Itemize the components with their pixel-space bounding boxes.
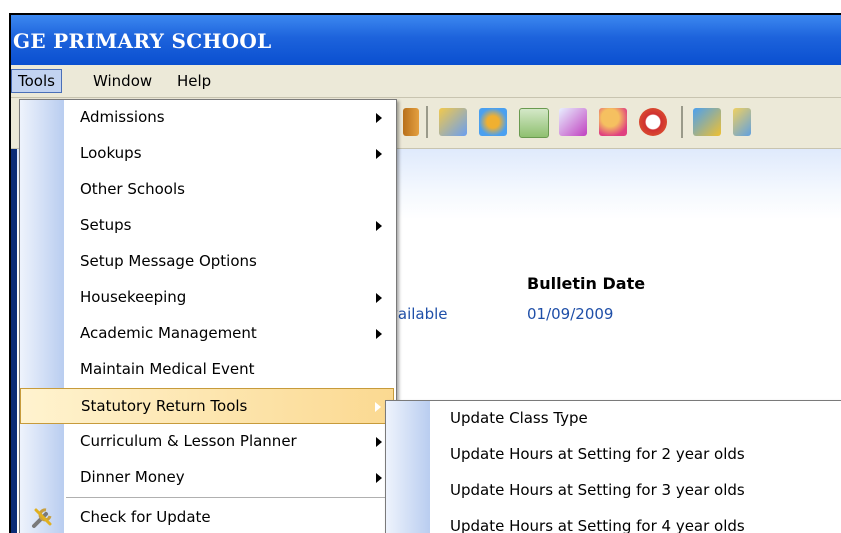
book-icon[interactable] xyxy=(403,108,419,136)
submenu-arrow-icon xyxy=(376,437,382,447)
menu-item-admissions[interactable]: Admissions xyxy=(20,100,394,136)
menu-item-setup-message-options[interactable]: Setup Message Options xyxy=(20,244,394,280)
menu-item-statutory-return-tools[interactable]: Statutory Return Tools xyxy=(20,388,394,424)
menu-item-academic-management[interactable]: Academic Management xyxy=(20,316,394,352)
clock-icon[interactable] xyxy=(639,108,667,136)
submenu-arrow-icon xyxy=(376,473,382,483)
menu-item-check-for-update[interactable]: Check for Update xyxy=(20,500,394,533)
folder-icon[interactable] xyxy=(733,108,751,136)
toolbar-separator xyxy=(426,106,428,138)
menu-bar: Tools Window Help xyxy=(11,65,841,98)
submenu-arrow-icon xyxy=(376,221,382,231)
submenu-item-update-hours-3-year-olds[interactable]: Update Hours at Setting for 3 year olds xyxy=(386,473,841,509)
tools-wrench-icon xyxy=(32,508,52,528)
application-window: GE PRIMARY SCHOOL Tools Window Help Bull… xyxy=(9,13,841,533)
submenu-item-update-hours-4-year-olds[interactable]: Update Hours at Setting for 4 year olds xyxy=(386,509,841,533)
toolbar-separator xyxy=(681,106,683,138)
submenu-item-update-hours-2-year-olds[interactable]: Update Hours at Setting for 2 year olds xyxy=(386,437,841,473)
tools-dropdown-menu: Admissions Lookups Other Schools Setups … xyxy=(19,99,397,533)
submenu-arrow-icon xyxy=(376,149,382,159)
notebook-icon[interactable] xyxy=(519,108,549,138)
submenu-arrow-icon xyxy=(375,402,381,412)
settings-gear-icon[interactable] xyxy=(479,108,507,136)
submenu-item-update-class-type[interactable]: Update Class Type xyxy=(386,401,841,437)
menu-tools[interactable]: Tools xyxy=(11,69,62,93)
submenu-arrow-icon xyxy=(376,113,382,123)
left-edge-panel xyxy=(11,149,17,533)
edit-pencil-icon[interactable] xyxy=(439,108,467,136)
menu-help[interactable]: Help xyxy=(171,70,217,92)
document-edit-icon[interactable] xyxy=(559,108,587,136)
refresh-icon[interactable] xyxy=(693,108,721,136)
menu-item-housekeeping[interactable]: Housekeeping xyxy=(20,280,394,316)
menu-separator xyxy=(66,497,392,498)
statutory-return-submenu: Update Class Type Update Hours at Settin… xyxy=(385,400,841,533)
menu-item-setups[interactable]: Setups xyxy=(20,208,394,244)
window-title: GE PRIMARY SCHOOL xyxy=(13,29,272,53)
title-bar: GE PRIMARY SCHOOL xyxy=(11,15,841,65)
submenu-arrow-icon xyxy=(376,329,382,339)
users-icon[interactable] xyxy=(599,108,627,136)
menu-item-lookups[interactable]: Lookups xyxy=(20,136,394,172)
submenu-arrow-icon xyxy=(376,293,382,303)
menu-item-other-schools[interactable]: Other Schools xyxy=(20,172,394,208)
status-text: vailable xyxy=(389,305,448,323)
menu-item-maintain-medical-event[interactable]: Maintain Medical Event xyxy=(20,352,394,388)
menu-window[interactable]: Window xyxy=(87,70,158,92)
bulletin-date-value: 01/09/2009 xyxy=(527,305,614,323)
menu-item-curriculum-lesson-planner[interactable]: Curriculum & Lesson Planner xyxy=(20,424,394,460)
bulletin-date-header: Bulletin Date xyxy=(527,274,646,293)
menu-item-dinner-money[interactable]: Dinner Money xyxy=(20,460,394,496)
